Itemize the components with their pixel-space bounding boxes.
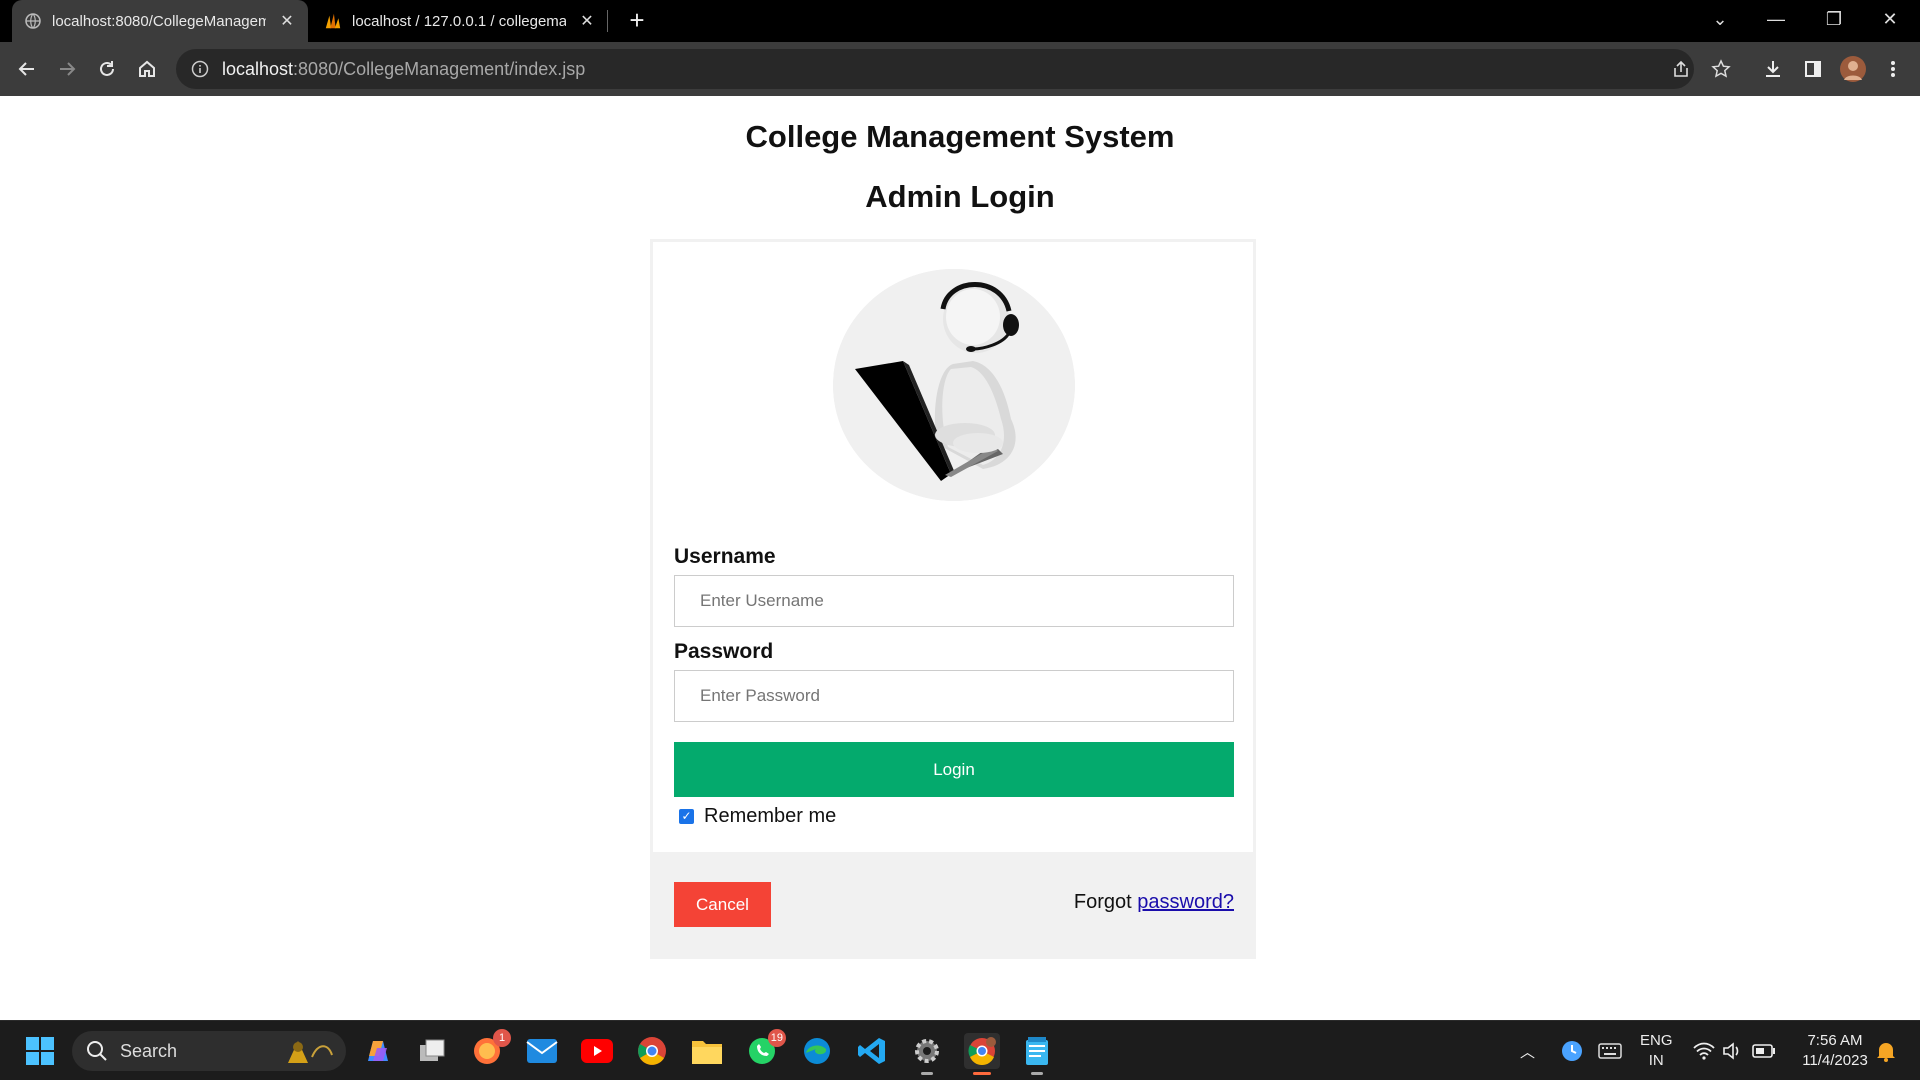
active-indicator — [973, 1072, 991, 1075]
address-bar[interactable]: localhost:8080/CollegeManagement/index.j… — [176, 49, 1694, 89]
tab-college-management[interactable]: localhost:8080/CollegeManagem ✕ — [12, 0, 308, 42]
keyboard-icon[interactable] — [1592, 1033, 1628, 1069]
search-icon — [87, 1041, 107, 1061]
clock-date: 11/4/2023 — [1802, 1052, 1868, 1069]
close-window-button[interactable]: ✕ — [1862, 0, 1918, 38]
remember-me-label: Remember me — [704, 805, 837, 827]
remember-me-checkbox[interactable]: ✓ — [679, 809, 694, 824]
password-label: Password — [674, 640, 774, 663]
forward-arrow-icon — [60, 62, 76, 76]
reload-button[interactable] — [92, 54, 122, 84]
phpmyadmin-icon — [324, 12, 342, 30]
username-label: Username — [674, 545, 776, 568]
settings-gear-icon[interactable] — [909, 1033, 945, 1075]
page-content: College Management System Admin Login Us… — [0, 96, 1920, 1020]
running-indicator — [921, 1072, 933, 1075]
profile-avatar[interactable] — [1838, 54, 1868, 84]
windows-taskbar: Search 1 19 ︿ ENG IN 7:56 AM 11/4/2023 — [0, 1020, 1920, 1080]
battery-icon[interactable] — [1746, 1033, 1782, 1069]
system-title: College Management System — [745, 119, 1175, 154]
login-title: Admin Login — [865, 179, 1055, 214]
notification-bell-icon[interactable] — [1868, 1033, 1904, 1069]
remember-me-row: ✓ Remember me — [679, 805, 836, 828]
language-code: ENG — [1640, 1032, 1673, 1049]
tab-title: localhost:8080/CollegeManagem — [52, 12, 266, 30]
youtube-icon[interactable] — [579, 1033, 615, 1069]
admin-avatar-image — [833, 269, 1075, 501]
username-input[interactable] — [674, 575, 1234, 627]
clock-time: 7:56 AM — [1807, 1032, 1863, 1049]
close-tab-icon[interactable]: ✕ — [278, 11, 296, 31]
search-highlight-icon — [282, 1037, 334, 1070]
volume-icon[interactable] — [1714, 1033, 1750, 1069]
login-button[interactable]: Login — [674, 742, 1234, 797]
tab-phpmyadmin[interactable]: localhost / 127.0.0.1 / collegema ✕ — [312, 0, 608, 42]
url-path: :8080/CollegeManagement/index.jsp — [293, 58, 586, 79]
globe-icon — [24, 12, 42, 30]
home-button[interactable] — [132, 54, 162, 84]
password-input[interactable] — [674, 670, 1234, 722]
whatsapp-icon[interactable]: 19 — [744, 1029, 786, 1069]
close-tab-icon[interactable]: ✕ — [578, 11, 596, 31]
search-label: Search — [120, 1040, 178, 1061]
bookmark-star-icon[interactable] — [1706, 54, 1736, 84]
notepad-icon[interactable] — [1019, 1033, 1055, 1075]
firefox-icon[interactable]: 1 — [469, 1029, 511, 1069]
firefox-badge: 1 — [493, 1029, 511, 1047]
tray-overflow-chevron-icon[interactable]: ︿ — [1520, 1041, 1535, 1062]
clock-app-icon[interactable] — [1554, 1033, 1590, 1069]
tab-separator — [607, 10, 608, 32]
region-code: IN — [1648, 1052, 1664, 1069]
cancel-button[interactable]: Cancel — [674, 882, 771, 927]
clock[interactable]: 7:56 AM 11/4/2023 — [1790, 1031, 1880, 1071]
copilot-icon[interactable] — [360, 1033, 396, 1069]
chrome-menu-icon[interactable] — [1878, 54, 1908, 84]
new-tab-button[interactable]: + — [622, 6, 652, 36]
chrome-profile-icon[interactable] — [964, 1033, 1000, 1075]
site-info-icon[interactable] — [190, 59, 210, 79]
url-host: localhost — [222, 58, 294, 79]
reload-icon — [100, 61, 114, 76]
tab-search-chevron-icon[interactable]: ⌄ — [1692, 0, 1748, 38]
edge-icon[interactable] — [799, 1033, 835, 1069]
forward-button[interactable] — [52, 54, 82, 84]
back-arrow-icon — [18, 62, 34, 76]
taskbar-search[interactable]: Search — [72, 1031, 346, 1071]
tab-title: localhost / 127.0.0.1 / collegema — [352, 12, 566, 30]
login-form-footer: Cancel Forgot password? — [653, 852, 1253, 959]
restore-button[interactable]: ❐ — [1806, 0, 1862, 38]
mail-icon[interactable] — [524, 1033, 560, 1069]
windows-start-icon[interactable] — [22, 1033, 58, 1069]
chrome-icon[interactable] — [634, 1033, 670, 1069]
file-explorer-icon[interactable] — [689, 1033, 725, 1069]
vscode-icon[interactable] — [854, 1033, 890, 1069]
back-button[interactable] — [12, 54, 42, 84]
home-icon — [139, 60, 155, 77]
running-indicator — [1031, 1072, 1043, 1075]
share-icon[interactable] — [1666, 54, 1696, 84]
forgot-password-text: Forgot password? — [1074, 891, 1234, 914]
minimize-button[interactable]: — — [1748, 0, 1804, 38]
language-indicator[interactable]: ENG IN — [1640, 1031, 1673, 1071]
forgot-password-link[interactable]: password? — [1137, 891, 1234, 913]
browser-tab-bar: localhost:8080/CollegeManagem ✕ localhos… — [0, 0, 1920, 42]
side-panel-icon[interactable] — [1798, 54, 1828, 84]
login-form: Username Password Login ✓ Remember me Ca… — [650, 239, 1256, 959]
task-view-icon[interactable] — [414, 1033, 450, 1069]
forgot-prefix: Forgot — [1073, 891, 1132, 913]
whatsapp-badge: 19 — [767, 1029, 786, 1047]
download-icon[interactable] — [1758, 54, 1788, 84]
browser-toolbar: localhost:8080/CollegeManagement/index.j… — [0, 42, 1920, 96]
